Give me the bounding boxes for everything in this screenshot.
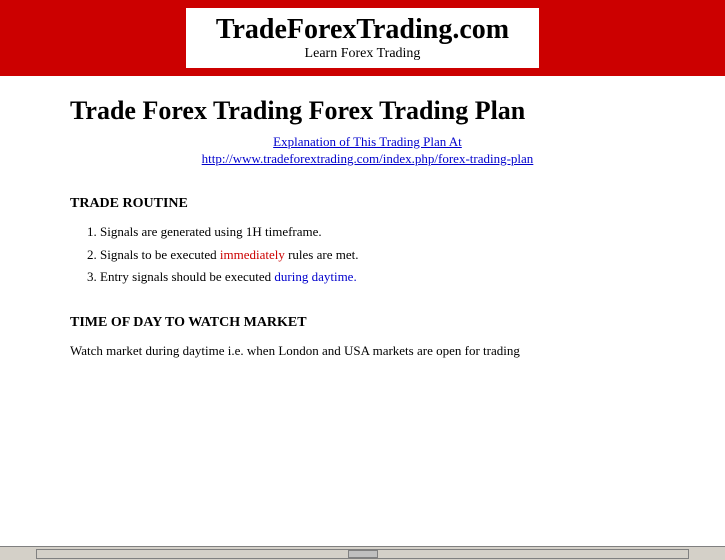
list-item: Signals are generated using 1H timeframe…: [100, 222, 665, 242]
list-item: Entry signals should be executed during …: [100, 267, 665, 287]
scrollbar-track: [36, 549, 689, 559]
highlight-immediately: immediately: [220, 247, 285, 262]
highlight-daytime: during daytime.: [274, 269, 356, 284]
browser-window: TradeForexTrading.com Learn Forex Tradin…: [0, 0, 725, 560]
header-inner-box: TradeForexTrading.com Learn Forex Tradin…: [186, 8, 539, 68]
header-banner: TradeForexTrading.com Learn Forex Tradin…: [0, 0, 725, 76]
trade-routine-list: Signals are generated using 1H timeframe…: [70, 222, 665, 287]
time-of-day-heading: TIME OF DAY TO WATCH MARKET: [70, 315, 665, 331]
horizontal-scrollbar[interactable]: [0, 546, 725, 560]
scrollbar-thumb[interactable]: [348, 550, 378, 558]
site-title: TradeForexTrading.com: [216, 14, 509, 46]
explanation-container: Explanation of This Trading Plan At http…: [70, 134, 665, 168]
explanation-link[interactable]: Explanation of This Trading Plan At http…: [202, 134, 534, 166]
page-content: TradeForexTrading.com Learn Forex Tradin…: [0, 0, 725, 546]
page-main-title: Trade Forex Trading Forex Trading Plan: [70, 96, 665, 126]
list-item: Signals to be executed immediately rules…: [100, 245, 665, 265]
site-subtitle: Learn Forex Trading: [216, 46, 509, 62]
trade-routine-heading: TRADE ROUTINE: [70, 196, 665, 212]
time-of-day-body: Watch market during daytime i.e. when Lo…: [70, 341, 665, 361]
main-content: Trade Forex Trading Forex Trading Plan E…: [0, 76, 725, 380]
